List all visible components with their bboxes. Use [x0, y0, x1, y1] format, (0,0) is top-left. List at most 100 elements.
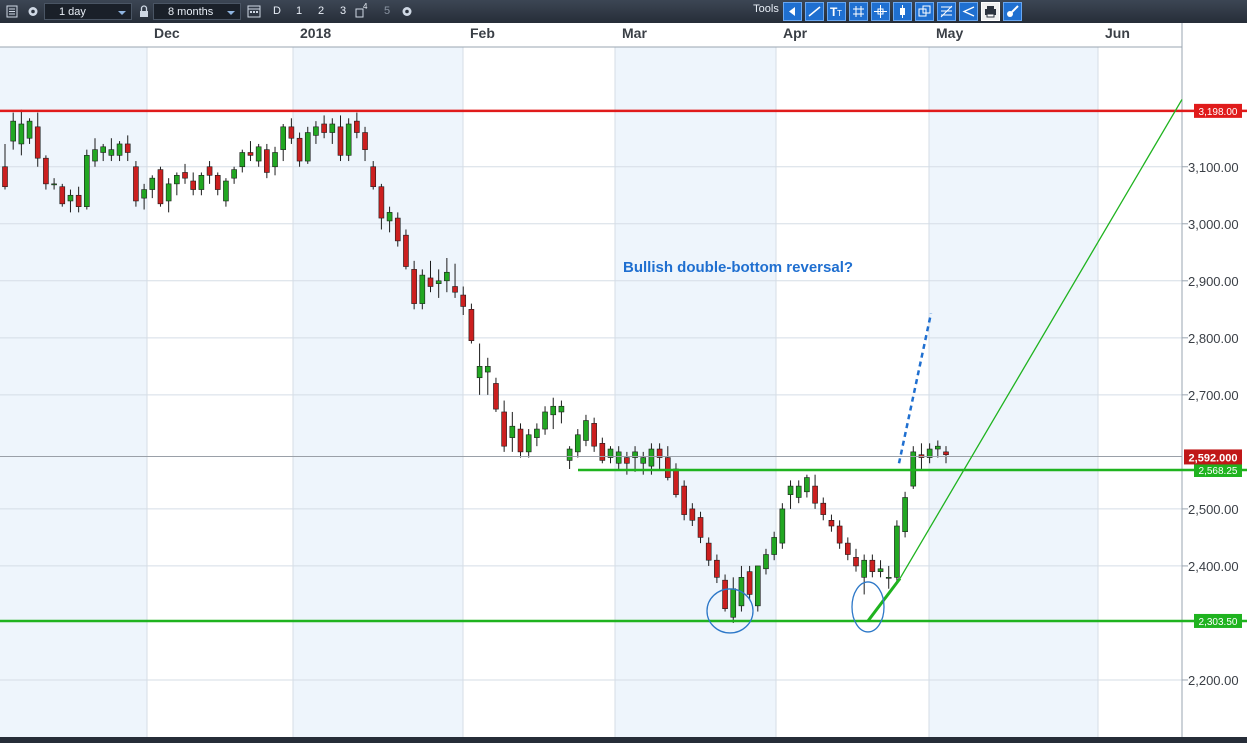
range-value: 8 months — [168, 6, 214, 18]
candle-up — [272, 146, 278, 176]
candle-down — [812, 474, 818, 509]
candle-down — [836, 520, 843, 549]
candle-down — [468, 303, 475, 344]
candle-body — [190, 180, 196, 190]
candle-body — [902, 497, 908, 533]
range-select[interactable]: 8 months — [153, 3, 241, 20]
text-tool-icon[interactable]: TT — [827, 2, 846, 21]
candle-body — [697, 517, 704, 538]
candle-body — [493, 383, 499, 410]
candle-body — [812, 485, 818, 504]
price-chart[interactable]: Dec 2018 Feb Mar Apr May Jun 3,100.00 3,000.00 2… — [0, 23, 1247, 737]
y-tick-label: 2,700.00 — [1188, 388, 1239, 403]
candle-up — [558, 400, 565, 424]
candle-body — [828, 520, 835, 527]
candle-body — [673, 468, 679, 495]
candle-body — [321, 123, 327, 133]
candle-body — [787, 485, 794, 495]
candle-body — [51, 183, 57, 186]
y-axis: 3,100.00 3,000.00 2,900.00 2,800.00 2,700.00… — [1181, 23, 1247, 737]
candle-down — [247, 141, 254, 162]
candle-up — [583, 414, 589, 447]
lock-icon[interactable] — [137, 3, 151, 20]
candle-down — [264, 143, 270, 179]
candle-icon[interactable] — [893, 2, 912, 21]
candle-body — [648, 448, 655, 467]
candle-body — [460, 294, 467, 307]
candle-up — [165, 178, 172, 213]
fibonacci-icon[interactable] — [937, 2, 956, 21]
print-icon[interactable] — [981, 2, 1000, 21]
drawing-settings-icon[interactable] — [1003, 2, 1022, 21]
candle-up — [174, 172, 180, 196]
candle-body — [804, 477, 810, 493]
candle-up — [198, 172, 205, 196]
x-tick-label: Jun — [1105, 25, 1130, 41]
candle-body — [214, 175, 221, 190]
candle-body — [484, 366, 491, 373]
period-button-1[interactable]: 1 — [291, 3, 307, 20]
candle-body — [419, 274, 426, 304]
candle-up — [607, 446, 614, 464]
candle-body — [157, 169, 164, 205]
candle-body — [386, 212, 393, 222]
period-button-2[interactable]: 2 — [313, 3, 329, 20]
candle-body — [885, 577, 892, 579]
candle-up — [223, 178, 229, 207]
crosshair-icon[interactable] — [871, 2, 890, 21]
candle-up — [910, 446, 917, 489]
candle-down — [828, 514, 835, 532]
y-tick-label: 3,000.00 — [1188, 217, 1239, 232]
settings-gear-icon[interactable] — [399, 3, 415, 20]
candle-body — [771, 537, 777, 555]
bottom-scrollbar[interactable] — [0, 737, 1247, 743]
candle-up — [542, 406, 548, 435]
candle-up — [231, 166, 237, 184]
candle-body — [84, 155, 90, 207]
period-button-4[interactable]: 4 — [354, 2, 370, 20]
period-4-label: 4 — [363, 2, 368, 11]
compare-icon[interactable] — [915, 2, 934, 21]
candle-body — [746, 571, 753, 595]
candle-down — [722, 574, 728, 612]
candle-up — [149, 175, 156, 199]
candle-body — [370, 166, 377, 188]
candle-down — [591, 417, 597, 452]
trendline-icon[interactable] — [805, 2, 824, 21]
candle-down — [599, 437, 606, 464]
period-button-3[interactable]: 3 — [335, 3, 351, 20]
x-axis: Dec 2018 Feb Mar Apr May Jun — [0, 23, 1247, 48]
candle-body — [116, 143, 123, 156]
candle-body — [714, 559, 720, 578]
candle-up — [877, 560, 884, 578]
candle-up — [509, 411, 516, 452]
candle-body — [288, 126, 295, 139]
candle-up — [476, 343, 483, 395]
candle-body — [861, 559, 867, 578]
candle-down — [853, 548, 859, 572]
channel-icon[interactable] — [959, 2, 978, 21]
candle-up — [795, 480, 802, 504]
candle-up — [804, 474, 810, 498]
candle-body — [681, 485, 687, 515]
gear-icon[interactable] — [25, 3, 41, 20]
candle-body — [935, 445, 941, 450]
candle-body — [624, 457, 630, 464]
candle-body — [795, 485, 802, 498]
candle-body — [615, 451, 622, 464]
arrow-left-icon[interactable] — [783, 2, 802, 21]
projection-dashed-line[interactable] — [897, 313, 933, 464]
menu-icon[interactable] — [4, 3, 20, 20]
period-button-d[interactable]: D — [269, 3, 285, 20]
candle-body — [558, 405, 565, 413]
calendar-icon[interactable] — [246, 3, 262, 20]
candle-up — [885, 565, 892, 589]
x-tick-label: Feb — [470, 25, 495, 41]
candle-body — [943, 451, 949, 456]
candle-body — [853, 557, 859, 567]
interval-select[interactable]: 1 day — [44, 3, 132, 20]
candle-body — [165, 183, 172, 202]
grid-icon[interactable] — [849, 2, 868, 21]
candle-body — [264, 149, 270, 173]
period-button-5[interactable]: 5 — [379, 3, 395, 20]
